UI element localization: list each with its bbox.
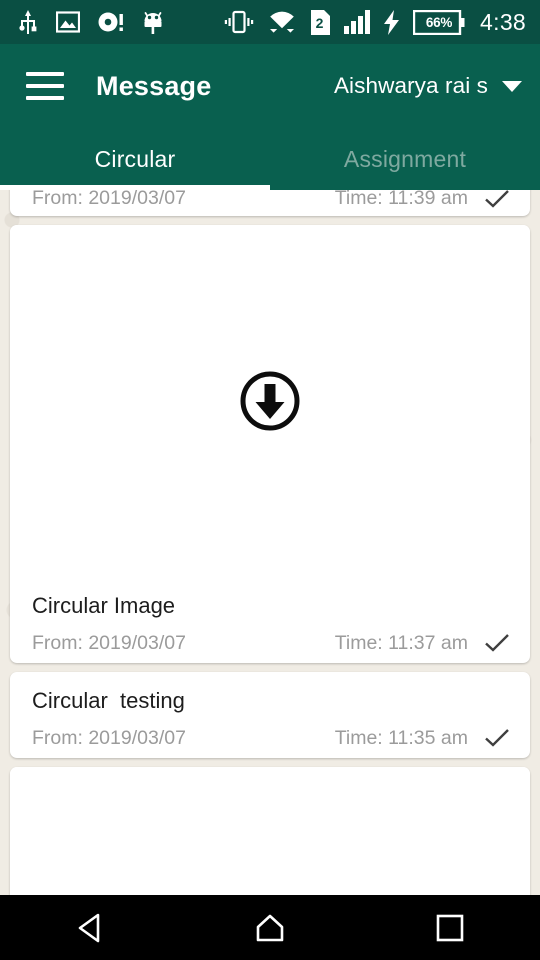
message-card[interactable]: [10, 767, 530, 895]
hamburger-menu-icon[interactable]: [26, 69, 68, 103]
message-image-placeholder[interactable]: [10, 225, 530, 577]
message-from: From: 2019/03/07: [32, 190, 186, 209]
signal-bars-icon: [344, 10, 371, 34]
message-from: From: 2019/03/07: [32, 726, 186, 749]
card-meta-right: Time: 11:35 am: [335, 727, 510, 750]
download-circle-icon[interactable]: [239, 370, 301, 432]
recents-button[interactable]: [360, 895, 540, 960]
recording-dot-icon: [98, 12, 123, 32]
menu-line: [26, 96, 64, 100]
charging-bolt-icon: [384, 9, 400, 35]
message-image-placeholder[interactable]: [10, 767, 530, 895]
phone-screen: 2 66% 4:38 Message Aishwarya rai s Circu…: [0, 0, 540, 960]
app-bar: Message Aishwarya rai s: [0, 44, 540, 128]
message-cards: From: 2019/03/07 Time: 11:39 am Circular…: [0, 190, 540, 895]
message-card[interactable]: Circular testing From: 2019/03/07 Time: …: [10, 672, 530, 758]
usb-icon: [19, 10, 37, 34]
account-selector[interactable]: Aishwarya rai s: [334, 73, 522, 99]
menu-line: [26, 72, 64, 76]
home-icon: [256, 914, 284, 941]
tab-assignment[interactable]: Assignment: [270, 128, 540, 190]
message-time: Time: 11:39 am: [334, 190, 468, 209]
message-time: Time: 11:35 am: [334, 726, 468, 749]
status-clock: 4:38: [480, 8, 526, 35]
image-icon: [56, 11, 80, 33]
account-name-label: Aishwarya rai s: [333, 73, 488, 98]
home-button[interactable]: [180, 895, 360, 960]
card-meta-right: Time: 11:37 am: [335, 632, 510, 655]
card-meta-right: Time: 11:39 am: [335, 190, 510, 210]
battery-percent-label: 66%: [425, 14, 453, 30]
status-bar-left-icons: [18, 9, 164, 35]
sim-number: 2: [315, 14, 324, 31]
tab-bar: Circular Assignment: [0, 128, 540, 190]
card-meta: From: 2019/03/07 Time: 11:35 am: [10, 718, 530, 758]
message-card[interactable]: Circular Image From: 2019/03/07 Time: 11…: [10, 225, 530, 663]
card-meta: From: 2019/03/07 Time: 11:39 am: [10, 190, 530, 216]
sim-card-icon: 2: [310, 9, 331, 36]
square-recents-icon: [436, 914, 464, 941]
back-button[interactable]: [0, 895, 180, 960]
message-from: From: 2019/03/07: [32, 631, 186, 654]
message-title: Circular testing: [32, 688, 185, 713]
check-icon: [485, 634, 509, 652]
message-list[interactable]: From: 2019/03/07 Time: 11:39 am Circular…: [0, 190, 540, 895]
vibrate-icon: [224, 10, 254, 34]
battery-icon: 66%: [413, 9, 465, 35]
check-icon: [485, 729, 509, 747]
wifi-icon: [270, 11, 295, 33]
message-title: Circular Image: [32, 593, 176, 618]
card-meta: From: 2019/03/07 Time: 11:37 am: [10, 623, 530, 663]
android-navigation-bar: [0, 895, 540, 960]
status-bar-right-icons: 2 66% 4:38: [224, 9, 526, 36]
status-bar: 2 66% 4:38: [0, 0, 540, 44]
caret-down-icon: [502, 80, 522, 92]
menu-line: [26, 84, 64, 88]
tab-circular[interactable]: Circular: [0, 128, 270, 190]
message-time: Time: 11:37 am: [334, 631, 468, 654]
message-card[interactable]: From: 2019/03/07 Time: 11:39 am: [10, 190, 530, 216]
page-title: Message: [96, 70, 212, 101]
triangle-back-icon: [78, 913, 100, 942]
check-icon: [485, 190, 509, 208]
android-robot-icon: [144, 12, 162, 34]
